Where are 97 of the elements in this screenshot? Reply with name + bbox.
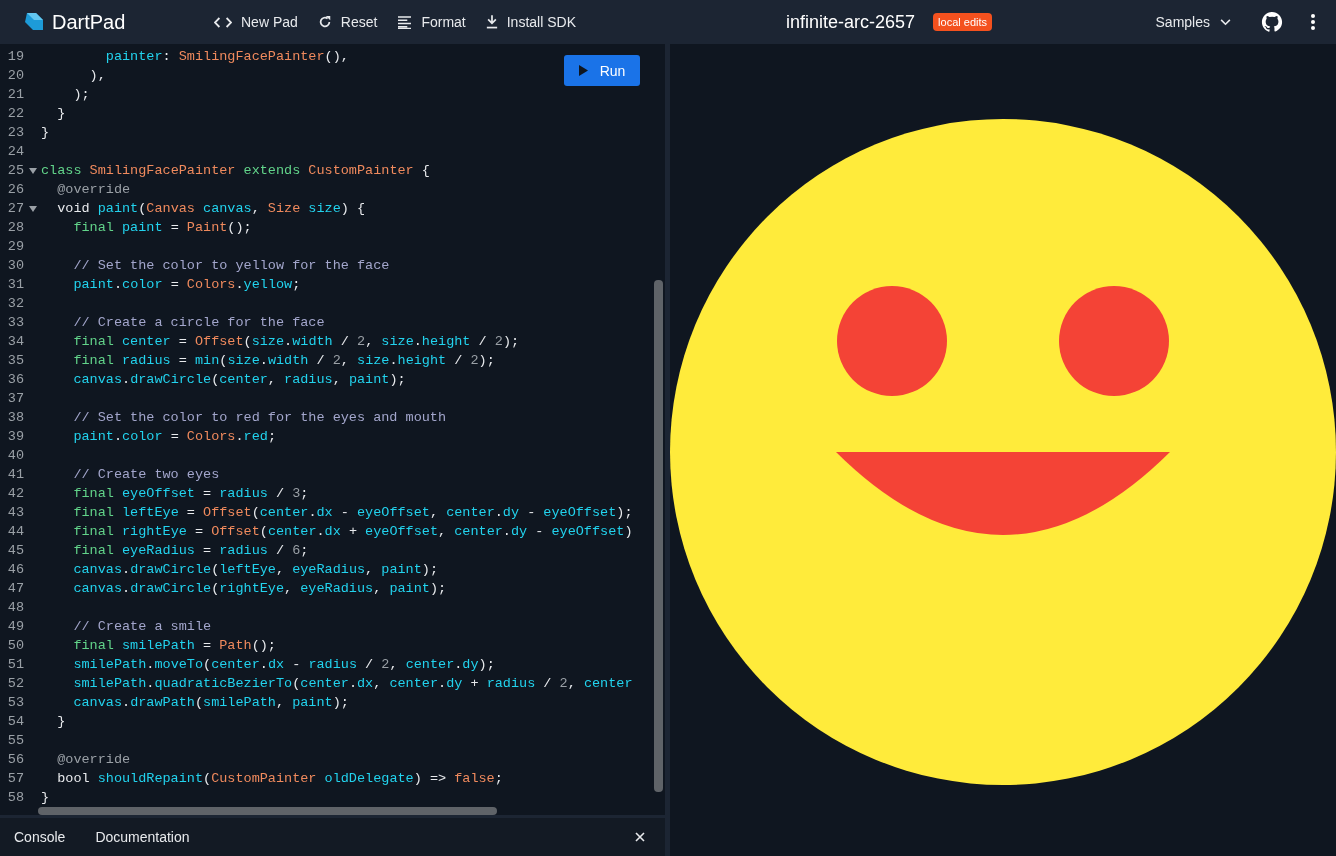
code-line: final eyeRadius = radius / 6;	[72, 542, 309, 560]
line-number: 52	[6, 676, 24, 691]
code-line: final rightEye = Offset(center.dx + eyeOffset, center.dy - eyeOffset)	[72, 523, 633, 541]
line-number: 44	[6, 524, 24, 539]
code-line: painter: SmilingFacePainter(),	[104, 48, 349, 66]
code-line: bool shouldRepaint(CustomPainter oldDelegate) => false;	[56, 770, 503, 788]
line-number: 21	[6, 87, 24, 102]
caret-icon	[1220, 18, 1231, 26]
line-number: 33	[6, 315, 24, 330]
line-number: 45	[6, 543, 24, 558]
fold-arrow-icon[interactable]	[28, 166, 37, 175]
line-number: 29	[6, 239, 24, 254]
code-line: paint.color = Colors.red;	[72, 428, 276, 446]
line-number: 30	[6, 258, 24, 273]
vertical-scrollbar[interactable]	[654, 280, 663, 792]
code-line: canvas.drawCircle(center, radius, paint);	[72, 371, 406, 389]
code-icon	[214, 15, 232, 29]
line-number: 40	[6, 448, 24, 463]
line-number: 34	[6, 334, 24, 349]
pad-title: infinite-arc-2657	[786, 11, 916, 33]
code-line: final smilePath = Path();	[72, 637, 276, 655]
line-number: 19	[6, 49, 24, 64]
code-line: // Set the color to red for the eyes and mouth	[72, 409, 447, 427]
line-number: 57	[6, 771, 24, 786]
line-number: 25	[6, 163, 24, 178]
code-line: }	[41, 124, 50, 142]
github-icon[interactable]	[1261, 11, 1283, 33]
refresh-icon	[317, 15, 332, 29]
line-number: 47	[6, 581, 24, 596]
app-name: DartPad	[52, 10, 126, 34]
line-number: 56	[6, 752, 24, 767]
code-line: paint.color = Colors.yellow;	[72, 276, 301, 294]
line-number: 20	[6, 68, 24, 83]
local-edits-badge: local edits	[933, 13, 992, 31]
code-line: smilePath.moveTo(center.dx - radius / 2, center.dy);	[72, 656, 495, 674]
code-line: final center = Offset(size.width / 2, size.height / 2);	[72, 333, 520, 351]
code-line: ),	[88, 67, 106, 85]
code-line: final radius = min(size.width / 2, size.height / 2);	[72, 352, 495, 370]
line-number: 23	[6, 125, 24, 140]
line-number: 32	[6, 296, 24, 311]
download-icon	[485, 15, 498, 29]
line-number: 37	[6, 391, 24, 406]
line-number: 24	[6, 144, 24, 159]
code-line: }	[41, 789, 50, 807]
line-number: 54	[6, 714, 24, 729]
line-number: 39	[6, 429, 24, 444]
line-number: 49	[6, 619, 24, 634]
code-line: final leftEye = Offset(center.dx - eyeOffset, center.dy - eyeOffset);	[72, 504, 633, 522]
line-number: 48	[6, 600, 24, 615]
line-number: 31	[6, 277, 24, 292]
line-number: 53	[6, 695, 24, 710]
play-icon	[578, 65, 588, 76]
more-menu-icon[interactable]	[1311, 14, 1315, 30]
format-button[interactable]: Format	[389, 10, 474, 34]
samples-dropdown[interactable]: Samples	[1149, 10, 1237, 34]
code-button[interactable]: New Pad	[206, 10, 306, 34]
code-line: @override	[56, 181, 131, 199]
line-number: 55	[6, 733, 24, 748]
code-line: @override	[56, 751, 131, 769]
fold-arrow-icon[interactable]	[28, 204, 37, 213]
line-number: 28	[6, 220, 24, 235]
panel-tab[interactable]: Documentation	[87, 825, 198, 849]
horizontal-scrollbar[interactable]	[38, 807, 497, 815]
line-number: 41	[6, 467, 24, 482]
code-line: void paint(Canvas canvas, Size size) {	[56, 200, 366, 218]
code-line: // Create two eyes	[72, 466, 220, 484]
code-line: );	[72, 86, 90, 104]
code-line: }	[56, 713, 66, 731]
format-icon	[397, 15, 413, 29]
line-number: 22	[6, 106, 24, 121]
close-icon[interactable]	[635, 832, 645, 842]
run-button[interactable]: Run	[564, 55, 640, 86]
code-line: // Set the color to yellow for the face	[72, 257, 390, 275]
line-number: 51	[6, 657, 24, 672]
panel-tab[interactable]: Console	[6, 825, 74, 849]
line-number: 42	[6, 486, 24, 501]
code-line: final paint = Paint();	[72, 219, 252, 237]
reset-button[interactable]: Reset	[309, 10, 386, 34]
line-number: 36	[6, 372, 24, 387]
install-button[interactable]: Install SDK	[477, 10, 584, 34]
code-line: class SmilingFacePainter extends CustomPainter {	[41, 162, 430, 180]
line-number: 38	[6, 410, 24, 425]
code-line: // Create a circle for the face	[72, 314, 325, 332]
line-number: 26	[6, 182, 24, 197]
line-number: 35	[6, 353, 24, 368]
code-line: smilePath.quadraticBezierTo(center.dx, center.dy + radius / 2, center	[72, 675, 633, 693]
code-line: }	[56, 105, 66, 123]
line-number: 46	[6, 562, 24, 577]
line-number: 43	[6, 505, 24, 520]
line-number: 58	[6, 790, 24, 805]
line-number: 27	[6, 201, 24, 216]
code-line: canvas.drawPath(smilePath, paint);	[72, 694, 349, 712]
code-line: final eyeOffset = radius / 3;	[72, 485, 309, 503]
code-line: canvas.drawCircle(rightEye, eyeRadius, paint);	[72, 580, 447, 598]
code-line: canvas.drawCircle(leftEye, eyeRadius, paint);	[72, 561, 438, 579]
code-line: // Create a smile	[72, 618, 212, 636]
line-number: 50	[6, 638, 24, 653]
